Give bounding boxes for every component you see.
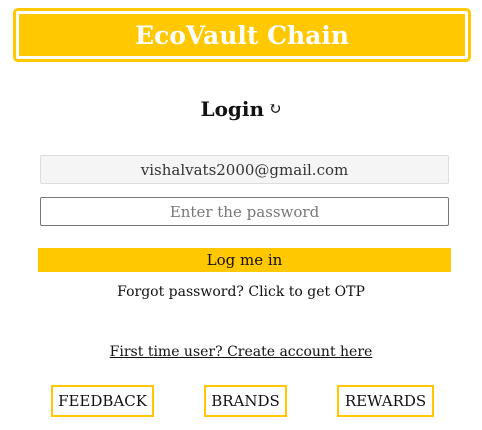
login-button[interactable]: Log me in (38, 248, 451, 272)
login-title: Login (200, 97, 265, 121)
feedback-button[interactable]: FEEDBACK (51, 385, 154, 417)
app-title: EcoVault Chain (16, 11, 468, 59)
forgot-password-link[interactable]: Forgot password? Click to get OTP (0, 282, 482, 302)
login-heading: Login ↻ (0, 95, 482, 123)
brands-button[interactable]: BRANDS (204, 385, 287, 417)
refresh-icon[interactable]: ↻ (268, 95, 281, 123)
app-banner: EcoVault Chain (13, 8, 471, 62)
password-input[interactable] (40, 197, 449, 226)
create-account-row: First time user? Create account here (0, 342, 482, 362)
email-field[interactable] (40, 155, 449, 184)
create-account-link[interactable]: First time user? Create account here (110, 344, 373, 360)
rewards-button[interactable]: REWARDS (337, 385, 434, 417)
